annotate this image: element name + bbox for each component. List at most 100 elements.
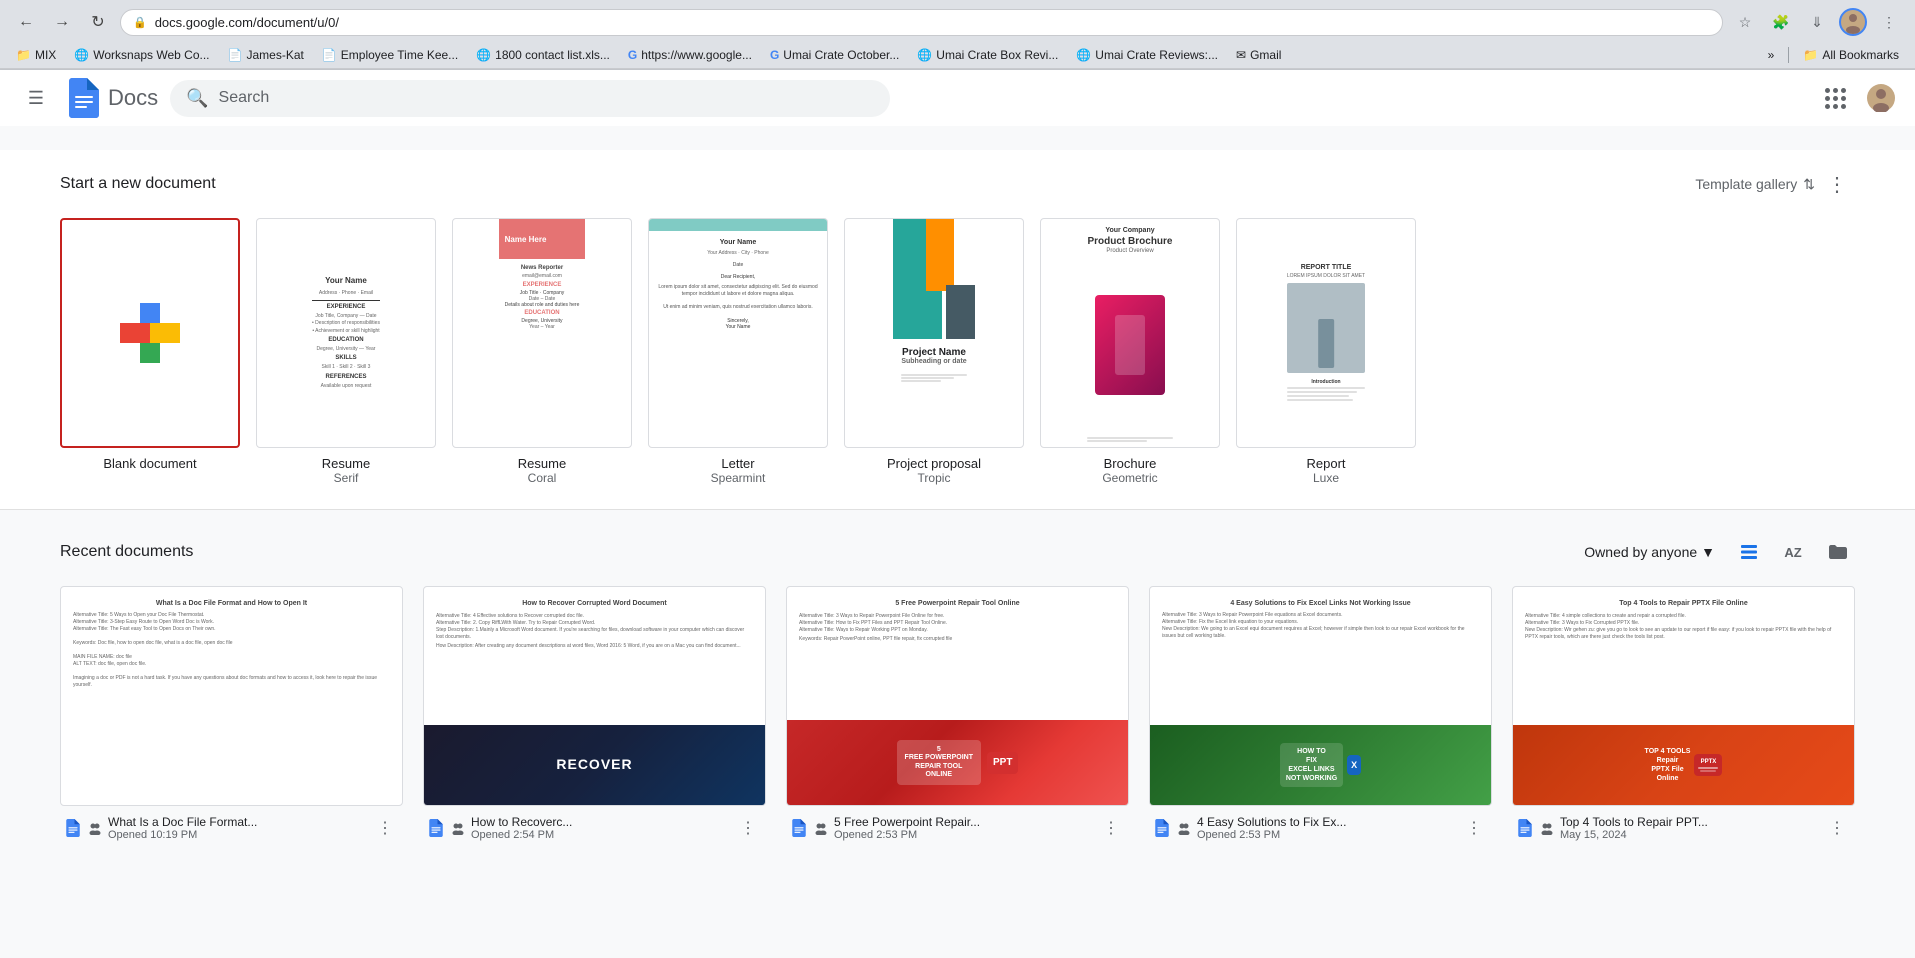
letter-spearmint-preview: Your Name Your Address · City · Phone Da… <box>649 219 827 447</box>
report-luxe-label: Report <box>1236 456 1416 471</box>
menu-dots-button[interactable]: ⋮ <box>1875 8 1903 36</box>
excel-image-overlay: HOW TOFIXEXCEL LINKSNOT WORKING X <box>1150 725 1491 805</box>
bookmark-1800-contact[interactable]: 🌐 1800 contact list.xls... <box>468 46 618 64</box>
bookmark-label: Umai Crate October... <box>783 48 899 62</box>
doc-5-thumbnail: Top 4 Tools to Repair PPTX File Online A… <box>1512 586 1855 806</box>
doc-2-shared-icon <box>451 821 465 835</box>
doc-card-1[interactable]: What Is a Doc File Format and How to Ope… <box>60 586 403 846</box>
bookmark-employee-time[interactable]: 📄 Employee Time Kee... <box>314 46 466 64</box>
bookmark-umai-crate-box[interactable]: 🌐 Umai Crate Box Revi... <box>909 46 1066 64</box>
folder-view-button[interactable] <box>1819 534 1855 570</box>
template-card-resume-coral[interactable]: Name Here News Reporter email@email.com … <box>452 218 632 485</box>
template-gallery-button[interactable]: Template gallery ⇅ <box>1695 176 1815 193</box>
template-card-letter-spearmint[interactable]: Your Name Your Address · City · Phone Da… <box>648 218 828 485</box>
doc-4-thumbnail: 4 Easy Solutions to Fix Excel Links Not … <box>1149 586 1492 806</box>
doc-2-name: How to Recoverc... <box>471 815 728 829</box>
bookmark-gmail[interactable]: ✉ Gmail <box>1228 46 1289 64</box>
google-apps-button[interactable] <box>1815 78 1855 118</box>
refresh-button[interactable]: ↻ <box>84 8 112 36</box>
doc-2-info: How to Recoverc... Opened 2:54 PM <box>471 815 728 841</box>
secure-icon: 🔒 <box>133 16 147 29</box>
doc-5-time: May 15, 2024 <box>1560 829 1817 841</box>
report-luxe-preview: REPORT TITLE LOREM IPSUM DOLOR SIT AMET … <box>1279 256 1373 411</box>
account-avatar-button[interactable] <box>1863 80 1899 116</box>
bookmark-umai-crate-reviews[interactable]: 🌐 Umai Crate Reviews:... <box>1068 46 1226 64</box>
brochure-geometric-thumbnail: Your Company Product Brochure Product Ov… <box>1040 218 1220 448</box>
bookmark-google[interactable]: G https://www.google... <box>620 46 760 64</box>
doc-1-icon <box>64 819 82 837</box>
google-icon: G <box>628 48 637 62</box>
doc-1-name: What Is a Doc File Format... <box>108 815 365 829</box>
letter-spearmint-thumbnail: Your Name Your Address · City · Phone Da… <box>648 218 828 448</box>
sort-button[interactable]: AZ <box>1775 534 1811 570</box>
doc-4-name: 4 Easy Solutions to Fix Ex... <box>1197 815 1454 829</box>
doc-4-time: Opened 2:53 PM <box>1197 829 1454 841</box>
google-plus-icon <box>120 303 180 363</box>
doc-card-3[interactable]: 5 Free Powerpoint Repair Tool Online Alt… <box>786 586 1129 846</box>
bookmark-all-bookmarks[interactable]: 📁 All Bookmarks <box>1795 46 1907 64</box>
main-content: Start a new document Template gallery ⇅ … <box>0 126 1915 958</box>
owned-by-button[interactable]: Owned by anyone ▼ <box>1576 538 1723 566</box>
back-button[interactable]: ← <box>12 8 40 36</box>
gmail-icon: ✉ <box>1236 48 1246 62</box>
search-bar[interactable]: 🔍 Search <box>170 80 890 117</box>
doc-3-time: Opened 2:53 PM <box>834 829 1091 841</box>
list-view-button[interactable] <box>1731 534 1767 570</box>
doc-2-thumbnail: How to Recover Corrupted Word Document A… <box>423 586 766 806</box>
doc-card-5[interactable]: Top 4 Tools to Repair PPTX File Online A… <box>1512 586 1855 846</box>
doc-2-preview: How to Recover Corrupted Word Document A… <box>424 587 765 805</box>
hamburger-menu-button[interactable]: ☰ <box>16 78 56 118</box>
doc-3-more-button[interactable]: ⋮ <box>1097 814 1125 842</box>
apps-grid-icon <box>1823 86 1848 111</box>
profile-avatar-button[interactable] <box>1839 8 1867 36</box>
browser-nav-bar: ← → ↻ 🔒 docs.google.com/document/u/0/ ☆ … <box>0 0 1915 44</box>
doc-2-more-button[interactable]: ⋮ <box>734 814 762 842</box>
doc-1-more-button[interactable]: ⋮ <box>371 814 399 842</box>
doc-3-meta: 5 Free Powerpoint Repair... Opened 2:53 … <box>786 806 1129 846</box>
doc-5-more-button[interactable]: ⋮ <box>1823 814 1851 842</box>
doc-3-shared-icon <box>814 821 828 835</box>
sort-az-icon: AZ <box>1784 545 1801 560</box>
bookmark-separator <box>1788 47 1789 63</box>
chevron-up-down-icon: ⇅ <box>1803 176 1815 193</box>
download-button[interactable]: ⇓ <box>1803 8 1831 36</box>
doc-4-more-button[interactable]: ⋮ <box>1460 814 1488 842</box>
bookmark-more-button[interactable]: » <box>1760 46 1783 64</box>
doc-1-thumbnail: What Is a Doc File Format and How to Ope… <box>60 586 403 806</box>
extensions-button[interactable]: 🧩 <box>1767 8 1795 36</box>
bookmark-star-button[interactable]: ☆ <box>1731 8 1759 36</box>
doc-3-thumbnail: 5 Free Powerpoint Repair Tool Online Alt… <box>786 586 1129 806</box>
report-luxe-sublabel: Luxe <box>1236 471 1416 485</box>
bookmark-mix[interactable]: 📁 MIX <box>8 46 64 64</box>
forward-button[interactable]: → <box>48 8 76 36</box>
template-card-project-tropic[interactable]: Project Name Subheading or date Project … <box>844 218 1024 485</box>
doc-card-2[interactable]: How to Recover Corrupted Word Document A… <box>423 586 766 846</box>
template-gallery-label: Template gallery <box>1695 176 1797 192</box>
doc-1-shared-icon <box>88 821 102 835</box>
owned-by-dropdown-icon: ▼ <box>1701 544 1715 560</box>
web-icon: 🌐 <box>476 48 491 62</box>
folder-icon <box>1827 542 1847 562</box>
letter-spearmint-label: Letter <box>648 456 828 471</box>
doc-1-meta: What Is a Doc File Format... Opened 10:1… <box>60 806 403 846</box>
brochure-geometric-sublabel: Geometric <box>1040 471 1220 485</box>
doc-card-4[interactable]: 4 Easy Solutions to Fix Excel Links Not … <box>1149 586 1492 846</box>
project-tropic-sublabel: Tropic <box>844 471 1024 485</box>
template-card-brochure-geometric[interactable]: Your Company Product Brochure Product Ov… <box>1040 218 1220 485</box>
doc-5-name: Top 4 Tools to Repair PPT... <box>1560 815 1817 829</box>
bookmark-umai-crate-october[interactable]: G Umai Crate October... <box>762 46 907 64</box>
blank-template-thumbnail <box>60 218 240 448</box>
recent-controls: Owned by anyone ▼ AZ <box>1576 534 1855 570</box>
templates-more-options-button[interactable]: ⋮ <box>1819 166 1855 202</box>
template-card-report-luxe[interactable]: REPORT TITLE LOREM IPSUM DOLOR SIT AMET … <box>1236 218 1416 485</box>
template-card-blank[interactable]: Blank document <box>60 218 240 485</box>
address-bar[interactable]: 🔒 docs.google.com/document/u/0/ <box>120 9 1723 36</box>
templates-section-header: Start a new document Template gallery ⇅ … <box>60 166 1855 202</box>
doc-5-icon <box>1516 819 1534 837</box>
app-logo: Docs <box>68 78 158 118</box>
recent-documents-grid: What Is a Doc File Format and How to Ope… <box>60 586 1855 846</box>
template-card-resume-serif[interactable]: Your Name Address · Phone · Email EXPERI… <box>256 218 436 485</box>
bookmark-james-kat[interactable]: 📄 James-Kat <box>220 46 312 64</box>
bookmark-label: James-Kat <box>246 48 303 62</box>
bookmark-worksnaps[interactable]: 🌐 Worksnaps Web Co... <box>66 46 217 64</box>
